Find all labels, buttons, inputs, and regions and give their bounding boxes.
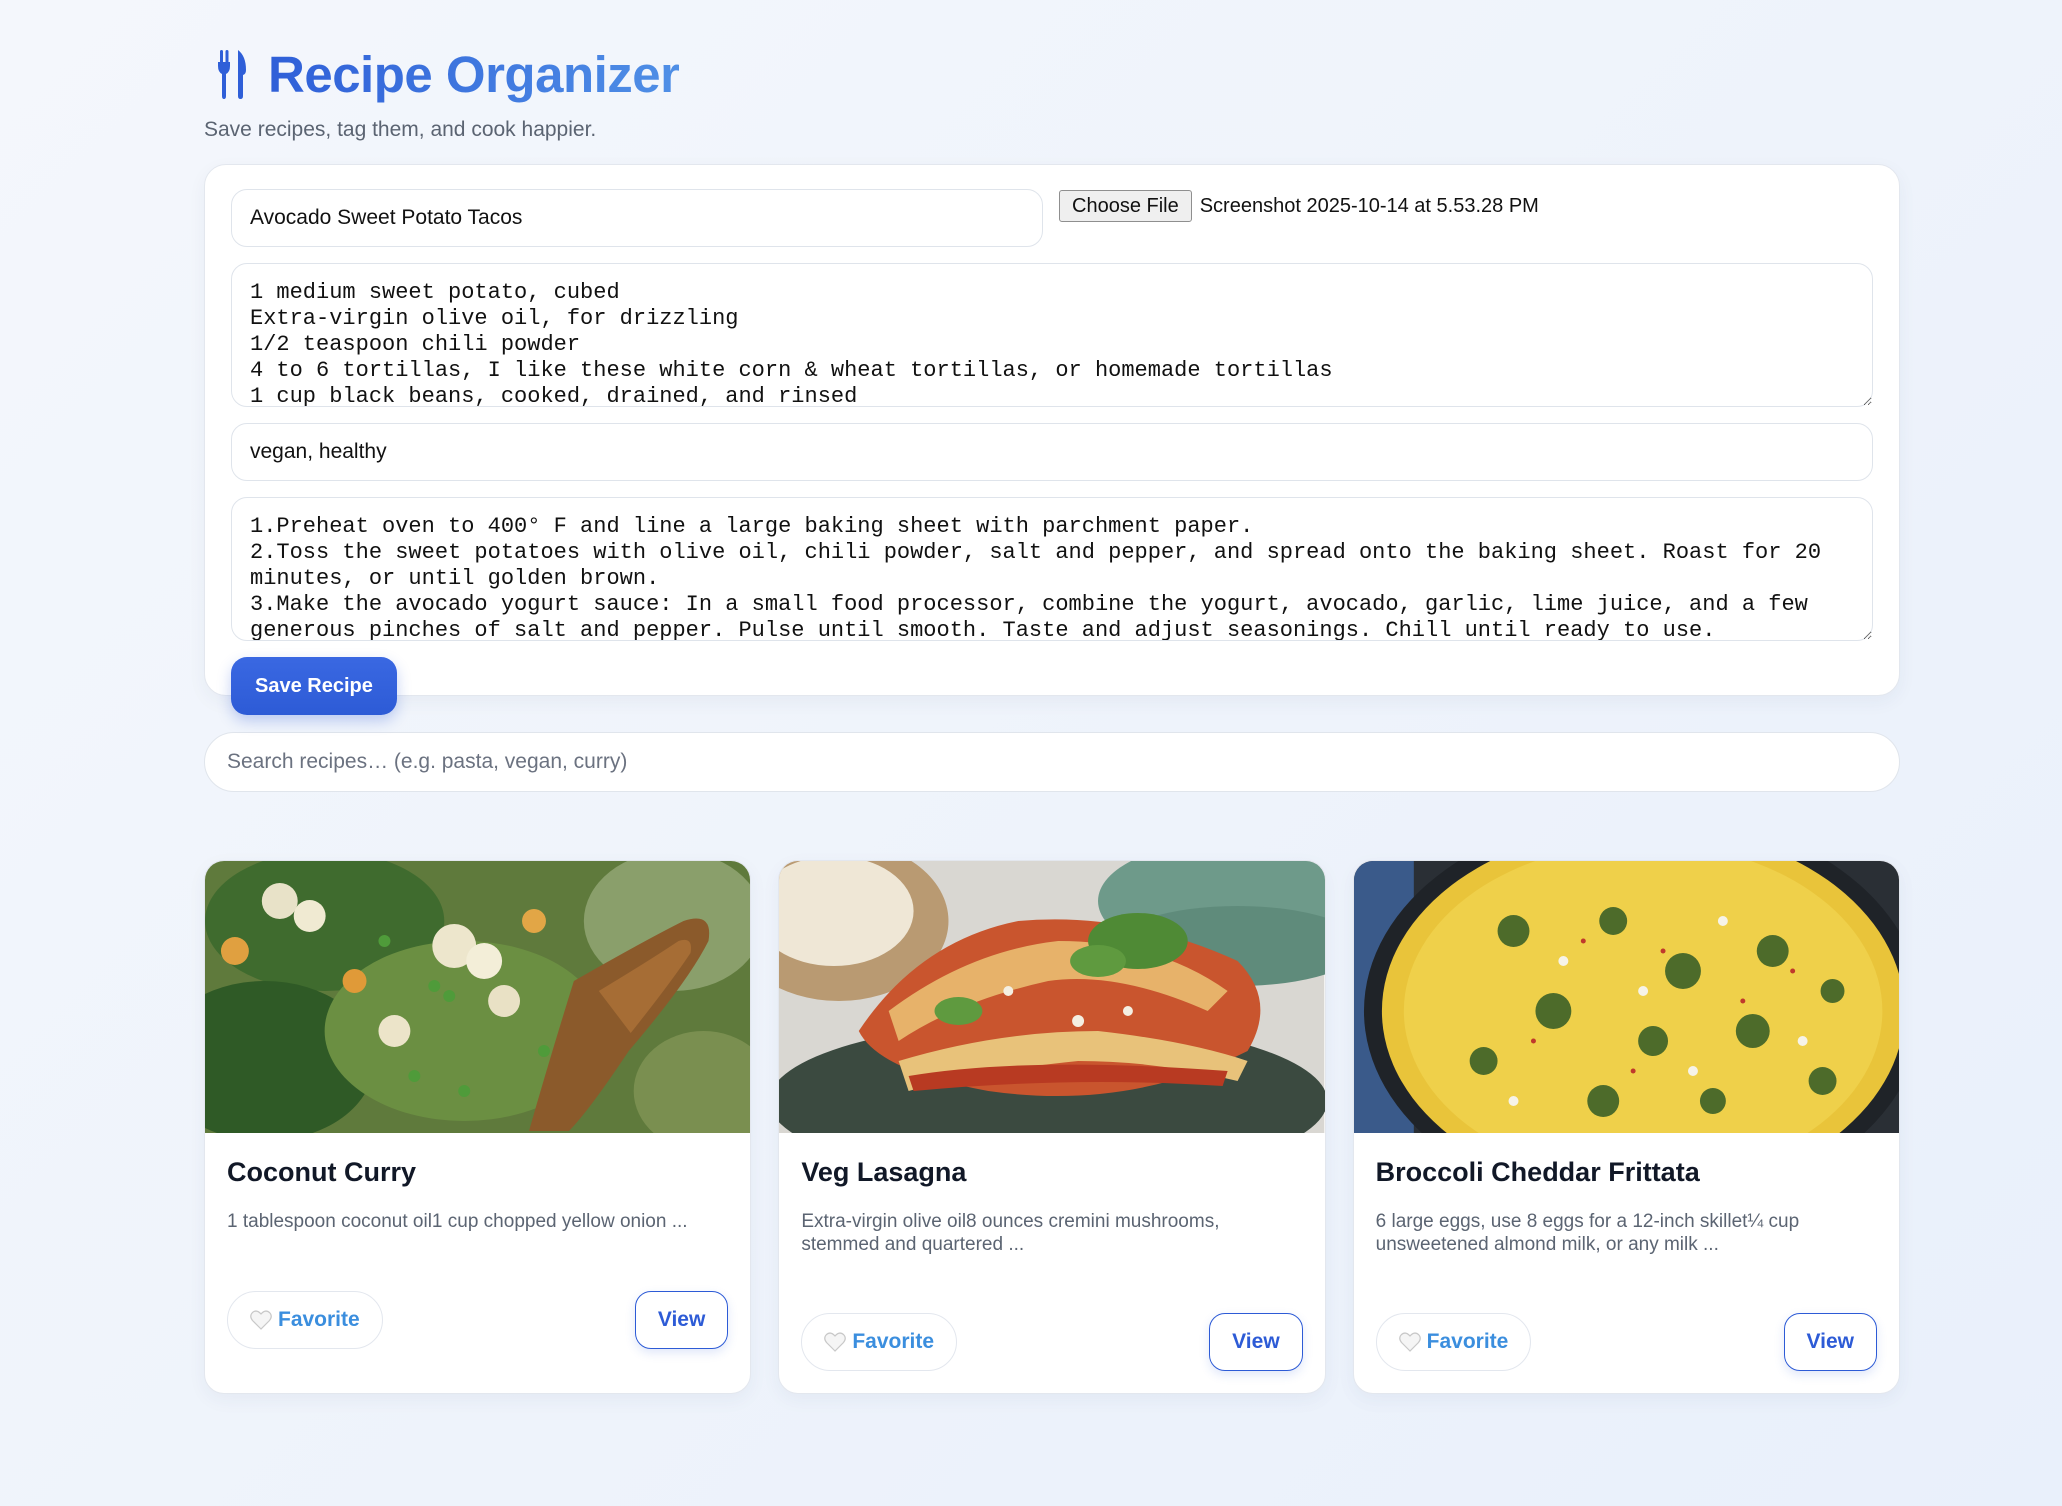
favorite-label: Favorite	[1426, 1330, 1509, 1353]
recipe-form-card: Choose File Screenshot 2025-10-14 at 5.5…	[204, 164, 1900, 715]
recipe-card: Coconut Curry 1 tablespoon coconut oil1 …	[204, 860, 752, 1394]
favorite-button[interactable]: Favorite	[801, 1313, 958, 1371]
card-body: Coconut Curry 1 tablespoon coconut oil1 …	[205, 1133, 750, 1256]
recipe-card: Broccoli Cheddar Frittata 6 large eggs, …	[1352, 860, 1900, 1394]
selected-file-name: Screenshot 2025-10-14 at 5.53.28 PM	[1199, 194, 1539, 217]
card-body: Veg Lasagna Extra-virgin olive oil8 ounc…	[779, 1133, 1324, 1256]
title-row: Recipe Organizer	[204, 40, 1900, 108]
view-button[interactable]: View	[634, 1291, 729, 1349]
recipe-image-veg-lasagna	[779, 861, 1325, 1133]
recipe-title-input[interactable]	[231, 189, 1043, 247]
white-heart-icon	[1398, 1332, 1421, 1352]
save-recipe-button[interactable]: Save Recipe	[231, 657, 397, 715]
ingredients-textarea[interactable]: 1 medium sweet potato, cubed Extra-virgi…	[231, 263, 1873, 407]
recipe-title: Coconut Curry	[227, 1157, 416, 1187]
image-file-picker: Choose File Screenshot 2025-10-14 at 5.5…	[1059, 190, 1539, 222]
recipe-title: Veg Lasagna	[801, 1157, 967, 1187]
white-heart-icon	[824, 1332, 847, 1352]
form-row-title-file: Choose File Screenshot 2025-10-14 at 5.5…	[231, 189, 1873, 247]
recipe-cards-grid: Coconut Curry 1 tablespoon coconut oil1 …	[204, 860, 1900, 1394]
card-actions: Favorite View	[801, 1313, 1303, 1371]
app-container: Recipe Organizer Save recipes, tag them,…	[204, 40, 1900, 1394]
recipe-description: Extra-virgin olive oil8 ounces cremini m…	[801, 1211, 1220, 1255]
app-subtitle: Save recipes, tag them, and cook happier…	[204, 118, 597, 141]
choose-file-button[interactable]: Choose File	[1059, 190, 1192, 222]
favorite-label: Favorite	[852, 1330, 935, 1353]
favorite-label: Favorite	[278, 1308, 360, 1331]
recipe-description: 6 large eggs, use 8 eggs for a 12-inch s…	[1375, 1211, 1800, 1255]
search-input[interactable]	[204, 732, 1900, 792]
favorite-button[interactable]: Favorite	[1375, 1313, 1532, 1371]
card-actions: Favorite View	[1375, 1313, 1877, 1371]
tags-input[interactable]	[231, 423, 1873, 481]
app-title: Recipe Organizer	[268, 45, 680, 103]
steps-textarea[interactable]: 1.Preheat oven to 400° F and line a larg…	[231, 497, 1873, 641]
fork-knife-icon	[218, 50, 246, 99]
recipe-card: Veg Lasagna Extra-virgin olive oil8 ounc…	[778, 860, 1326, 1394]
white-heart-icon	[250, 1310, 272, 1330]
view-button[interactable]: View	[1209, 1313, 1303, 1371]
recipe-image-broccoli-frittata	[1353, 861, 1899, 1133]
view-button[interactable]: View	[1783, 1313, 1877, 1371]
page-header: Recipe Organizer Save recipes, tag them,…	[204, 40, 1900, 142]
card-actions: Favorite View	[227, 1291, 729, 1349]
card-body: Broccoli Cheddar Frittata 6 large eggs, …	[1354, 1133, 1899, 1256]
favorite-button[interactable]: Favorite	[227, 1291, 383, 1349]
recipe-description: 1 tablespoon coconut oil1 cup chopped ye…	[227, 1211, 688, 1232]
recipe-title: Broccoli Cheddar Frittata	[1375, 1157, 1700, 1187]
recipe-image-coconut-curry	[205, 861, 751, 1133]
